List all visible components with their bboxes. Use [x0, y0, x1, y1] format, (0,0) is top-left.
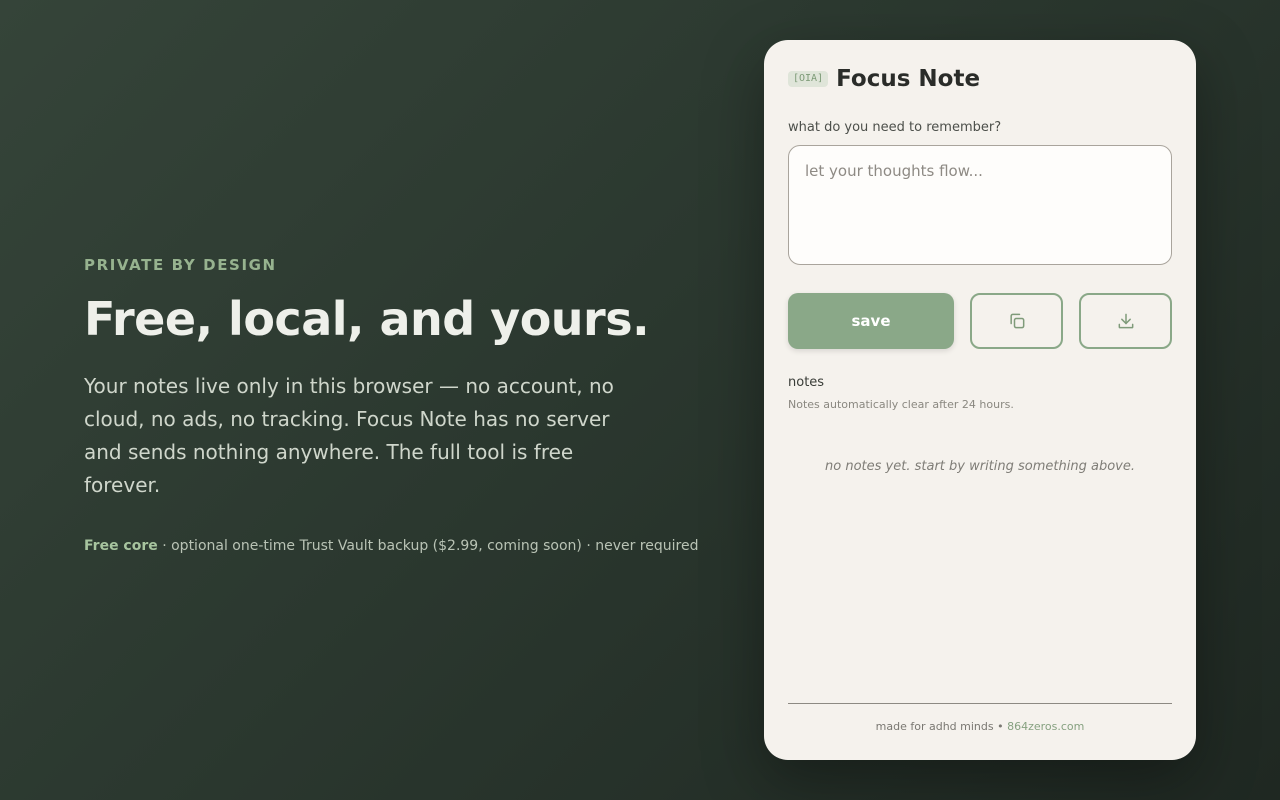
note-input-label: what do you need to remember? [788, 120, 1002, 135]
notes-retention-hint: Notes automatically clear after 24 hours… [788, 398, 1014, 411]
notes-empty-state: no notes yet. start by writing something… [825, 459, 1135, 474]
pricing-note-rest: · optional one-time Trust Vault backup (… [157, 538, 699, 554]
save-button[interactable]: save [788, 293, 954, 349]
download-icon [1118, 313, 1133, 329]
app-title: Focus Note [836, 66, 981, 92]
download-button[interactable] [1079, 293, 1172, 349]
pricing-note-strong: Free core [84, 538, 158, 554]
card-header: [OIA] Focus Note [788, 64, 1172, 94]
pricing-note: Free core · optional one-time Trust Vaul… [84, 536, 704, 556]
focus-note-card: [OIA] Focus Note what do you need to rem… [764, 40, 1196, 760]
notes-heading: notes [788, 375, 825, 390]
hero-eyebrow: PRIVATE BY DESIGN [84, 256, 277, 274]
copy-button[interactable] [970, 293, 1063, 349]
footer-divider [788, 703, 1172, 704]
footer-link[interactable]: 864zeros.com [1007, 720, 1084, 733]
action-buttons: save [788, 293, 1172, 349]
hero-section: PRIVATE BY DESIGN Free, local, and yours… [84, 256, 704, 556]
copy-icon [1009, 313, 1024, 329]
hero-description: Your notes live only in this browser — n… [84, 374, 614, 497]
footer-text: made for adhd minds • [875, 720, 1008, 733]
note-input[interactable] [788, 145, 1172, 265]
brand-badge: [OIA] [788, 71, 829, 87]
hero-headline: Free, local, and yours. [84, 292, 650, 346]
card-footer: made for adhd minds • 864zeros.com [788, 720, 1172, 733]
